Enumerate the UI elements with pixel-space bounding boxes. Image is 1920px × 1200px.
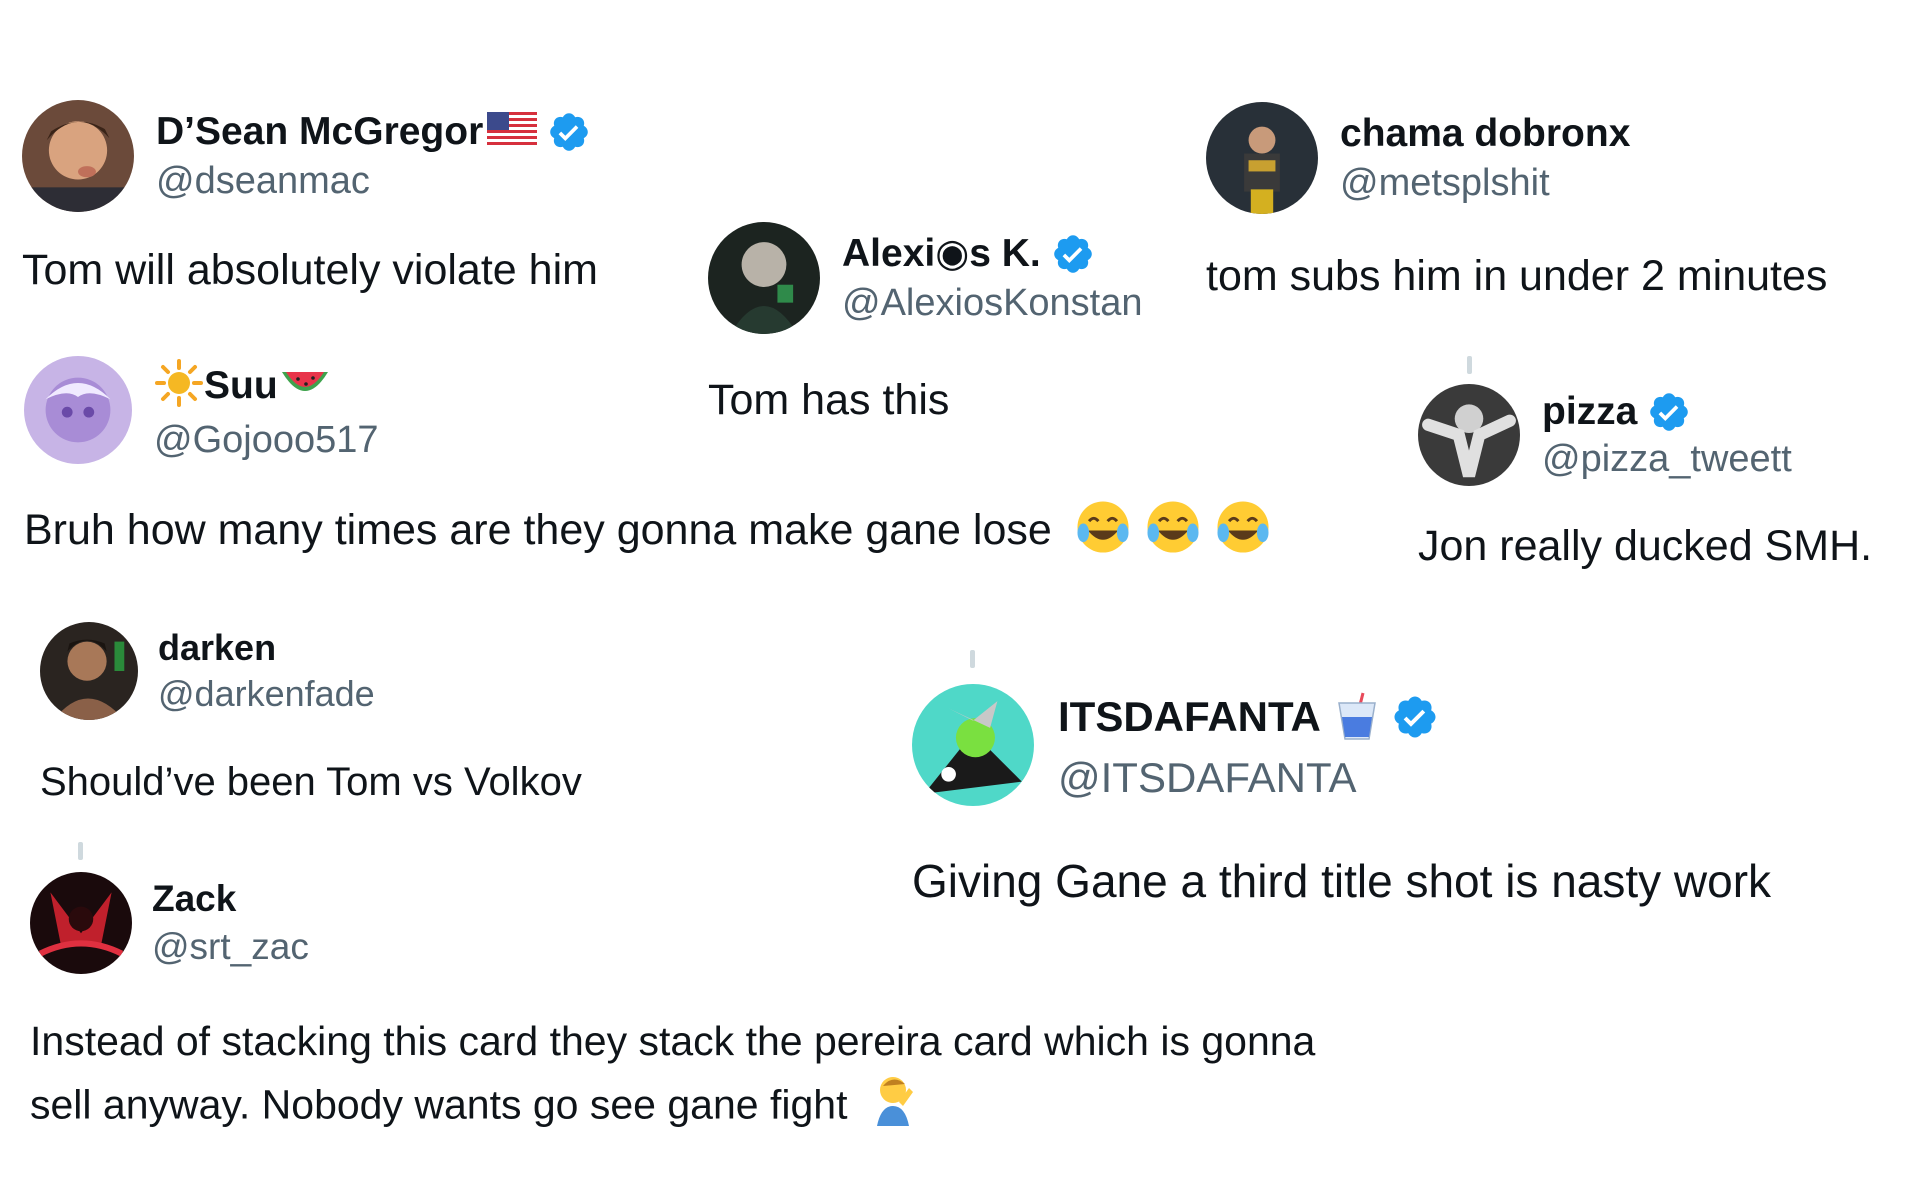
avatar[interactable]: [708, 222, 820, 334]
verified-badge-icon: [547, 110, 591, 154]
tweet-text-line: Instead of stacking this card they stack…: [30, 1018, 1316, 1064]
avatar[interactable]: [40, 622, 138, 720]
tweet-text: Jon really ducked SMH.: [1418, 522, 1873, 570]
avatar[interactable]: [912, 684, 1034, 806]
facepalm-icon: [869, 1072, 919, 1143]
thread-line: [78, 842, 83, 860]
display-name[interactable]: Alexi◉s K.: [842, 231, 1041, 276]
display-name[interactable]: chama dobronx: [1340, 112, 1630, 156]
tweet-header: chama dobronx @metsplshit: [1206, 102, 1827, 214]
tweet-text: tom subs him in under 2 minutes: [1206, 252, 1828, 300]
laughing-crying-icon: [1074, 498, 1132, 567]
avatar[interactable]: [30, 872, 132, 974]
tweet-text: Tom will absolutely violate him: [22, 246, 598, 294]
tweet-header: D’Sean McGregor @dseanmac: [22, 100, 598, 212]
tweet-text: Should’ve been Tom vs Volkov: [40, 760, 582, 804]
tweet-text: Instead of stacking this card they stack…: [30, 1010, 1315, 1143]
tweet-metsplshit: chama dobronx @metsplshit tom subs him i…: [1206, 102, 1827, 301]
avatar[interactable]: [24, 356, 132, 464]
display-name[interactable]: Zack: [152, 878, 236, 920]
handle[interactable]: @AlexiosKonstan: [842, 282, 1143, 325]
thread-line: [970, 650, 975, 668]
avatar[interactable]: [1418, 384, 1520, 486]
tweet-header: ITSDAFANTA @ITSDAFANTA: [912, 684, 1771, 806]
tweet-dseanmac: D’Sean McGregor @dseanmac Tom will absol…: [22, 100, 598, 295]
tweet-text-line: sell anyway. Nobody wants go see gane fi…: [30, 1072, 1315, 1143]
sun-icon: [154, 358, 204, 413]
handle[interactable]: @dseanmac: [156, 160, 591, 203]
handle[interactable]: @pizza_tweett: [1542, 438, 1792, 481]
tweet-pizza: pizza @pizza_tweett Jon really ducked SM…: [1418, 384, 1872, 571]
flag-usa-icon: [487, 112, 538, 151]
verified-badge-icon: [1391, 693, 1439, 741]
handle[interactable]: @Gojooo517: [154, 419, 379, 462]
handle[interactable]: @metsplshit: [1340, 162, 1630, 205]
avatar[interactable]: [22, 100, 134, 212]
drink-cup-icon: [1333, 689, 1381, 746]
verified-badge-icon: [1051, 232, 1095, 276]
display-name[interactable]: D’Sean McGregor: [156, 110, 483, 154]
verified-badge-icon: [1647, 390, 1691, 434]
display-name[interactable]: Suu: [204, 364, 278, 408]
tweet-text: Bruh how many times are they gonna make …: [24, 498, 1272, 567]
handle[interactable]: @srt_zac: [152, 926, 309, 968]
tweet-text-content: sell anyway. Nobody wants go see gane fi…: [30, 1081, 848, 1128]
watermelon-icon: [280, 366, 330, 405]
tweet-text-content: Bruh how many times are they gonna make …: [24, 505, 1052, 554]
tweet-header: Zack @srt_zac: [30, 872, 1315, 974]
display-name[interactable]: pizza: [1542, 390, 1637, 434]
thread-line: [1467, 356, 1472, 374]
tweet-header: Suu @Gojooo517: [24, 356, 1272, 464]
avatar[interactable]: [1206, 102, 1318, 214]
display-name[interactable]: ITSDAFANTA: [1058, 693, 1321, 741]
tweet-darken: darken @darkenfade Should’ve been Tom vs…: [40, 622, 582, 805]
laughing-crying-icon: [1214, 498, 1272, 567]
handle[interactable]: @darkenfade: [158, 673, 375, 715]
display-name[interactable]: darken: [158, 627, 276, 669]
tweet-header: darken @darkenfade: [40, 622, 582, 720]
handle[interactable]: @ITSDAFANTA: [1058, 754, 1439, 802]
tweet-gojooo: Suu @Gojooo517 Bruh how many times are t…: [24, 356, 1272, 567]
tweet-header: Alexi◉s K. @AlexiosKonstan: [708, 222, 1143, 334]
laughing-crying-icon: [1144, 498, 1202, 567]
tweet-header: pizza @pizza_tweett: [1418, 384, 1872, 486]
tweet-zack: Zack @srt_zac Instead of stacking this c…: [30, 872, 1315, 1143]
